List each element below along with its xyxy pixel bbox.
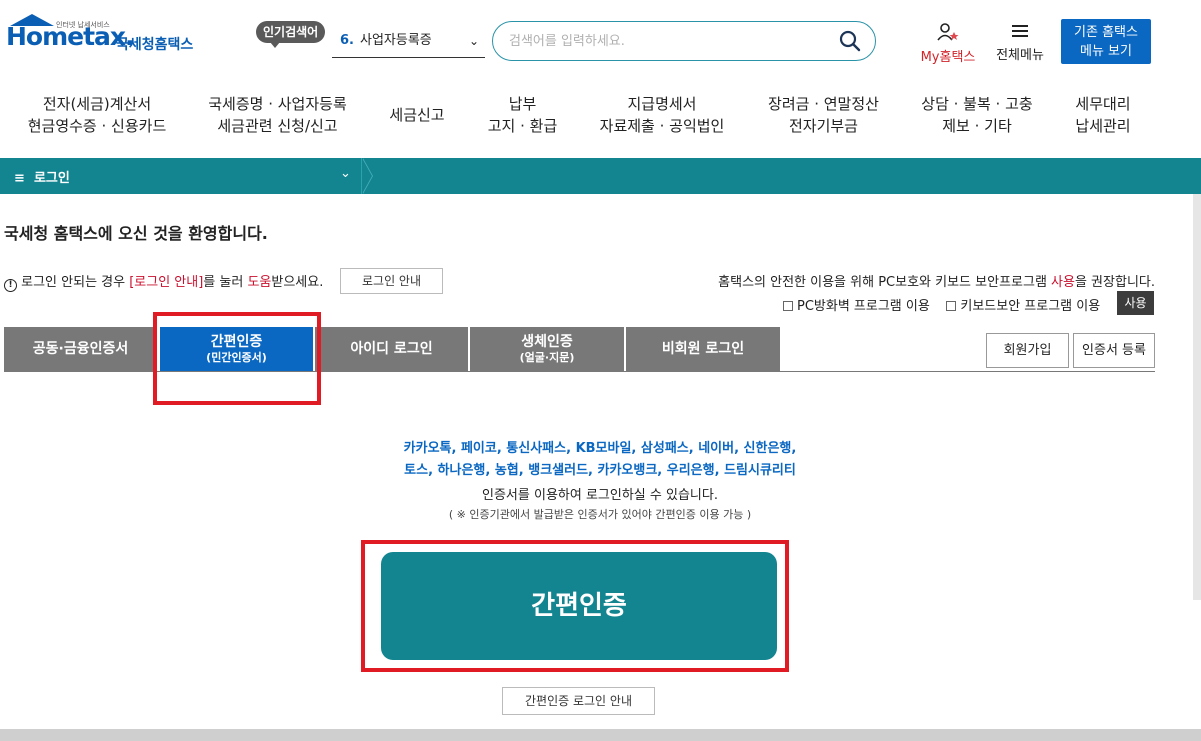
scrollbar[interactable]: [1193, 194, 1201, 600]
firewall-label: PC방화벽 프로그램 이용: [797, 299, 930, 314]
nav-item-tax-agent[interactable]: 세무대리 납세관리: [1066, 93, 1140, 137]
checkbox-box: [783, 301, 793, 311]
location-label: ≡ 로그인: [14, 167, 70, 186]
security-options: PC방화벽 프로그램 이용 키보드보안 프로그램 이용: [783, 295, 1100, 314]
menu-icon: ≡: [14, 171, 25, 186]
popular-term: 사업자등록증: [359, 33, 432, 48]
all-menu-button[interactable]: 전체메뉴: [990, 22, 1050, 63]
user-icon: [937, 23, 959, 41]
tab-label: 아이디 로그인: [350, 341, 433, 357]
certificate-register-button[interactable]: 인증서 등록: [1073, 333, 1155, 368]
my-hometax-label: My홈택스: [920, 50, 976, 65]
nav-item-line2: 전자기부금: [788, 117, 858, 135]
popular-rank: 6.: [340, 33, 354, 48]
search-box: [492, 21, 876, 61]
notice-help: 도움: [247, 275, 272, 290]
keyboard-security-checkbox[interactable]: 키보드보안 프로그램 이용: [946, 299, 1100, 314]
security-recommendation: 홈택스의 안전한 이용을 위해 PC보호와 키보드 보안프로그램 사용을 권장합…: [718, 271, 1155, 290]
use-security-button[interactable]: 사용: [1117, 291, 1154, 315]
nav-item-line1: 국세증명 · 사업자등록: [208, 95, 347, 113]
firewall-checkbox[interactable]: PC방화벽 프로그램 이용: [783, 299, 930, 314]
nav-item-payment-statement[interactable]: 지급명세서 자료제출 · 공익법인: [592, 93, 732, 137]
tab-label: 공동·금융인증서: [32, 341, 129, 357]
chevron-down-icon: ⌄: [468, 34, 479, 48]
security-post: 을 권장합니다.: [1074, 275, 1155, 290]
nav-item-line2: 납세관리: [1075, 117, 1131, 135]
nav-item-payment[interactable]: 납부 고지 · 환급: [480, 93, 565, 137]
location-bar: ≡ 로그인 ⌄: [0, 158, 1201, 194]
hamburger-icon: [1012, 25, 1028, 37]
keyboard-security-label: 키보드보안 프로그램 이용: [960, 299, 1101, 314]
nav-item-line1: 지급명세서: [627, 95, 697, 113]
location-arrow: [362, 158, 372, 194]
notice-link[interactable]: [로그인 안내]: [129, 275, 203, 290]
provider-list: 카카오톡, 페이코, 통신사패스, KB모바일, 삼성패스, 네이버, 신한은행…: [330, 438, 870, 482]
simple-auth-guide-button[interactable]: 간편인증 로그인 안내: [502, 687, 655, 715]
hometax-logo[interactable]: 인터넷 납세서비스 Hometax. 국세청홈택스: [6, 14, 206, 68]
nav-item-e-invoice[interactable]: 전자(세금)계산서 현금영수증 · 신용카드: [22, 93, 172, 137]
nav-item-certificates[interactable]: 국세증명 · 사업자등록 세금관련 신청/신고: [200, 93, 355, 137]
nav-item-tax-return[interactable]: 세금신고: [382, 104, 452, 126]
tab-sublabel: (얼굴·지문): [519, 351, 575, 364]
nav-item-line1: 세무대리: [1075, 95, 1131, 113]
nav-item-line1: 상담 · 불복 · 고충: [921, 95, 1033, 113]
security-use: 사용: [1051, 275, 1075, 290]
all-menu-label: 전체메뉴: [996, 48, 1044, 63]
chevron-down-icon: ⌄: [340, 166, 351, 181]
location-text: 로그인: [33, 171, 70, 186]
tab-biometric[interactable]: 생체인증 (얼굴·지문): [470, 327, 625, 372]
nav-item-incentives[interactable]: 장려금 · 연말정산 전자기부금: [756, 93, 891, 137]
tab-label: 생체인증: [521, 334, 573, 350]
highlight-box-tab: [153, 312, 321, 405]
login-notice: ! 로그인 안되는 경우 [로그인 안내]를 눌러 도움받으세요.: [4, 271, 323, 292]
legacy-menu-line2: 메뉴 보기: [1080, 44, 1132, 59]
nav-item-line2: 세금관련 신청/신고: [217, 117, 338, 135]
search-icon[interactable]: [839, 30, 861, 52]
provider-line1: 카카오톡, 페이코, 통신사패스, KB모바일, 삼성패스, 네이버, 신한은행…: [403, 441, 797, 456]
provider-note: 인증서를 이용하여 로그인하실 수 있습니다.: [482, 488, 718, 503]
tab-id-login[interactable]: 아이디 로그인: [315, 327, 469, 372]
footer-bar: [0, 729, 1201, 741]
nav-item-line1: 납부: [508, 95, 537, 113]
security-pre: 홈택스의 안전한 이용을 위해 PC보호와 키보드 보안프로그램: [718, 275, 1052, 290]
highlight-box-button: [361, 540, 789, 672]
nav-item-line1: 세금신고: [389, 106, 445, 124]
notice-pre: 로그인 안되는 경우: [21, 275, 130, 290]
logo-text: Hometax.: [6, 22, 135, 51]
join-button[interactable]: 회원가입: [986, 333, 1069, 368]
nav-item-consultation[interactable]: 상담 · 불복 · 고충 제보 · 기타: [912, 93, 1042, 137]
provider-subnote: ( ※ 인증기관에서 발급받은 인증서가 있어야 간편인증 이용 가능 ): [448, 508, 752, 521]
tab-guest-login[interactable]: 비회원 로그인: [626, 327, 780, 372]
tab-joint-certificate[interactable]: 공동·금융인증서: [4, 327, 158, 372]
nav-item-line1: 전자(세금)계산서: [42, 95, 152, 113]
provider-line2: 토스, 하나은행, 농협, 뱅크샐러드, 카카오뱅크, 우리은행, 드림시큐리티: [404, 463, 796, 478]
location-segment[interactable]: ≡ 로그인 ⌄: [0, 158, 362, 194]
tab-label: 비회원 로그인: [661, 341, 745, 357]
notice-mid: 를 눌러: [203, 275, 248, 290]
nav-item-line2: 자료제출 · 공익법인: [599, 117, 725, 135]
notice-post: 받으세요.: [271, 275, 324, 290]
legacy-menu-button[interactable]: 기존 홈택스 메뉴 보기: [1061, 19, 1151, 64]
nav-item-line2: 현금영수증 · 신용카드: [27, 117, 167, 135]
legacy-menu-line1: 기존 홈택스: [1074, 25, 1138, 40]
nav-item-line2: 고지 · 환급: [487, 117, 558, 135]
search-input[interactable]: [509, 31, 819, 51]
login-guide-button[interactable]: 로그인 안내: [340, 268, 443, 294]
nav-item-line2: 제보 · 기타: [942, 117, 1012, 135]
checkbox-box: [946, 301, 957, 311]
popular-search-select[interactable]: 6. 사업자등록증 ⌄: [332, 28, 485, 58]
info-icon: !: [4, 279, 17, 292]
nav-item-line1: 장려금 · 연말정산: [768, 95, 879, 113]
welcome-heading: 국세청 홈택스에 오신 것을 환영합니다.: [4, 224, 268, 243]
global-nav: 전자(세금)계산서 현금영수증 · 신용카드 국세증명 · 사업자등록 세금관련…: [0, 93, 1160, 143]
logo-nts-text: 국세청홈택스: [116, 37, 194, 53]
my-hometax-link[interactable]: My홈택스: [915, 22, 981, 65]
popular-search-badge: 인기검색어: [256, 21, 326, 48]
